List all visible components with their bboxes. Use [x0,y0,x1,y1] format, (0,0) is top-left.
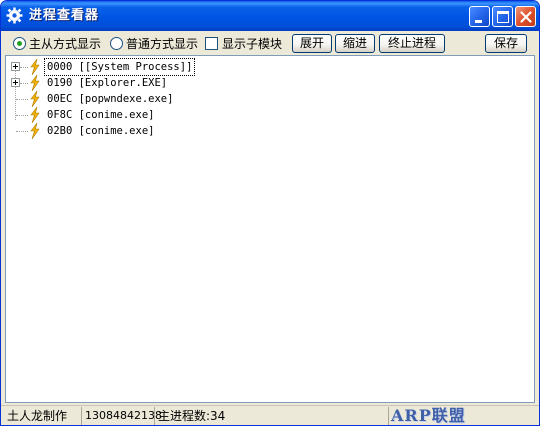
checkbox-show-submodules[interactable] [205,37,218,50]
radio-master-slave[interactable] [13,37,26,50]
tree-node-label[interactable]: 02B0 [conime.exe] [45,123,156,139]
window-title: 进程查看器 [29,8,100,23]
tree-node-label[interactable]: 0F8C [conime.exe] [45,107,156,123]
status-phone: 13084842138 [82,407,162,425]
maximize-button[interactable] [492,6,513,27]
tree-node-label[interactable]: 00EC [popwndexe.exe] [45,91,175,107]
tree-node-label[interactable]: 0000 [[System Process]] [43,58,196,76]
save-button[interactable]: 保存 [485,34,527,53]
minimize-icon [475,20,482,23]
radio-normal[interactable] [110,37,123,50]
gear-icon [6,7,23,24]
terminate-process-button[interactable]: 终止进程 [379,34,445,53]
arp-union-logo: ARP联盟 [391,406,466,425]
collapse-button[interactable]: 缩进 [335,34,375,53]
expand-toggle[interactable] [11,78,20,87]
close-icon [520,11,532,23]
tree-connector-line [16,131,28,132]
lightning-icon [30,107,40,123]
title-bar[interactable]: 进程查看器 [1,1,539,31]
tree-connector-line [20,83,28,84]
process-tree[interactable]: 0000 [[System Process]] 0190 [Explorer.E… [5,55,535,403]
tree-node[interactable]: 0190 [Explorer.EXE] [6,75,306,91]
tree-node[interactable]: 0000 [[System Process]] [6,58,306,76]
toolbar: 主从方式显示 普通方式显示 显示子模块 展开 缩进 终止进程 保存 [5,32,535,54]
status-author: 土人龙制作 [4,407,82,425]
tree-connector-line [16,115,28,116]
status-bar: 土人龙制作 13084842138 主进程数:34 ARP联盟 [1,405,539,425]
status-process-count: 主进程数:34 [155,407,389,425]
close-button[interactable] [515,6,536,27]
app-window: 进程查看器 主从方式显示 普通方式显示 显示子模块 展开 缩进 终止进程 保存 … [0,0,540,426]
tree-node-label[interactable]: 0190 [Explorer.EXE] [45,75,169,91]
tree-node[interactable]: 02B0 [conime.exe] [6,123,306,139]
minimize-button[interactable] [469,6,490,27]
radio-normal-label[interactable]: 普通方式显示 [126,36,198,52]
tree-connector-line [16,99,28,100]
lightning-icon [30,75,40,91]
radio-master-slave-label[interactable]: 主从方式显示 [29,36,101,52]
expand-toggle[interactable] [11,62,20,71]
radio-selected-dot [17,41,22,46]
expand-button[interactable]: 展开 [292,34,332,53]
tree-node[interactable]: 0F8C [conime.exe] [6,107,306,123]
lightning-icon [30,123,40,139]
tree-node[interactable]: 00EC [popwndexe.exe] [6,91,306,107]
lightning-icon [30,59,40,75]
lightning-icon [30,91,40,107]
maximize-icon [497,11,509,23]
checkbox-show-submodules-label[interactable]: 显示子模块 [222,36,282,52]
tree-connector-line [20,67,28,68]
